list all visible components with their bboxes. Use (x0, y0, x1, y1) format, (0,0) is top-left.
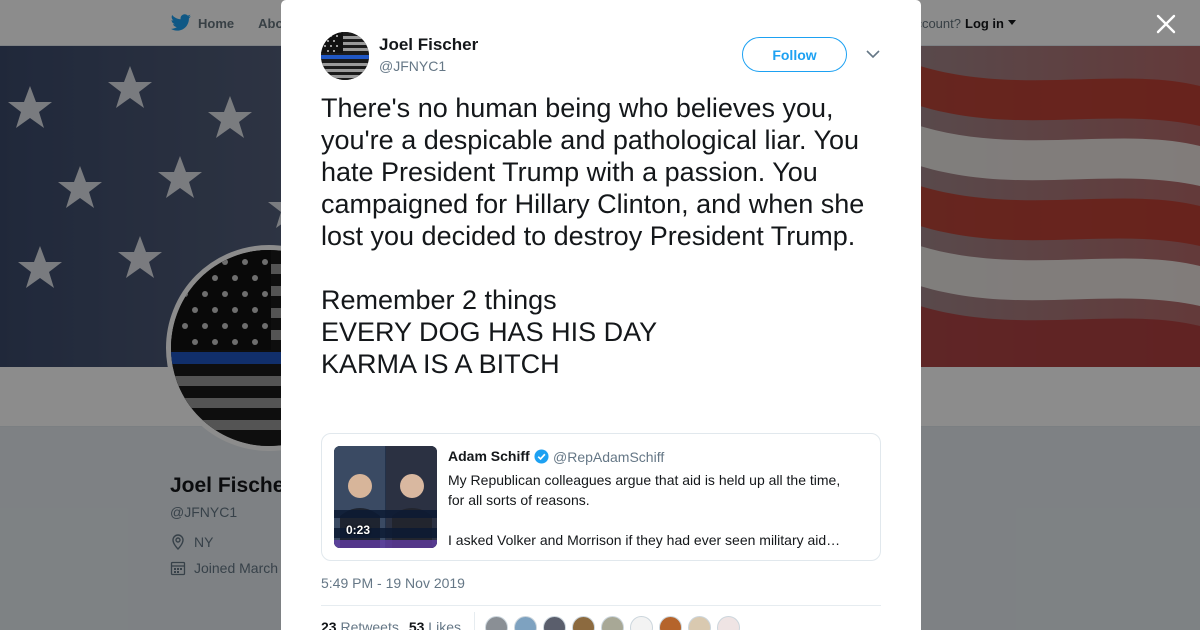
tweet-modal: Joel Fischer @JFNYC1 Follow There's no h… (281, 0, 921, 630)
quoted-author-handle: @RepAdamSchiff (553, 449, 665, 465)
likes-label: Likes (428, 619, 461, 630)
retweets-count: 23 (321, 619, 337, 630)
tweet-timestamp[interactable]: 5:49 PM - 19 Nov 2019 (321, 575, 465, 591)
likes-count: 53 (408, 619, 425, 630)
close-icon (1156, 14, 1176, 34)
video-duration: 0:23 (346, 523, 371, 537)
stats-separator (474, 612, 475, 630)
liker-avatar[interactable] (659, 616, 682, 630)
quoted-text-gap (448, 510, 868, 530)
divider (321, 605, 881, 606)
liker-avatar[interactable] (485, 616, 508, 630)
retweets-stat[interactable]: 23 Retweets (321, 619, 399, 630)
tweet-paragraph-gap (321, 252, 891, 284)
follow-button[interactable]: Follow (742, 37, 847, 72)
liker-avatar[interactable] (543, 616, 566, 630)
quoted-text-line: I asked Volker and Morrison if they had … (448, 532, 841, 548)
tweet-author-handle[interactable]: @JFNYC1 (379, 58, 446, 74)
chevron-down-icon (866, 49, 880, 58)
liker-avatars (485, 616, 740, 630)
liker-avatar[interactable] (572, 616, 595, 630)
tweet-line: Remember 2 things (321, 285, 557, 315)
liker-avatar[interactable] (630, 616, 653, 630)
tweet-stats: 23 Retweets 53 Likes (321, 619, 461, 630)
tweet-author-avatar[interactable] (321, 32, 369, 80)
quoted-tweet-video-thumbnail[interactable]: 0:23 (334, 446, 437, 548)
quoted-author-name-wrap: Adam Schiff (448, 448, 549, 464)
quoted-text-line: My Republican colleagues argue that aid … (448, 472, 841, 488)
quoted-tweet-text: My Republican colleagues argue that aid … (448, 470, 868, 550)
tweet-line: KARMA IS A BITCH (321, 349, 560, 379)
quoted-author-name: Adam Schiff (448, 448, 530, 464)
liker-avatar[interactable] (717, 616, 740, 630)
tweet-options-button[interactable] (864, 47, 882, 61)
quoted-tweet[interactable]: 0:23 Adam Schiff @RepAdamSchiff My Repub… (321, 433, 881, 561)
tweet-header: Joel Fischer @JFNYC1 Follow (321, 32, 881, 80)
thin-blue-line-flag-avatar (321, 32, 369, 80)
tweet-author-name[interactable]: Joel Fischer (379, 35, 478, 55)
tweet-text: There's no human being who believes you,… (321, 92, 891, 380)
tweet-line: EVERY DOG HAS HIS DAY (321, 317, 658, 347)
liker-avatar[interactable] (514, 616, 537, 630)
tweet-paragraph: There's no human being who believes you,… (321, 93, 865, 251)
quoted-text-line: for all sorts of reasons. (448, 492, 590, 508)
liker-avatar[interactable] (688, 616, 711, 630)
close-modal-button[interactable] (1152, 10, 1180, 38)
liker-avatar[interactable] (601, 616, 624, 630)
retweets-label: Retweets (340, 619, 399, 630)
verified-badge-icon (534, 448, 549, 464)
likes-stat[interactable]: 53 Likes (409, 619, 461, 630)
